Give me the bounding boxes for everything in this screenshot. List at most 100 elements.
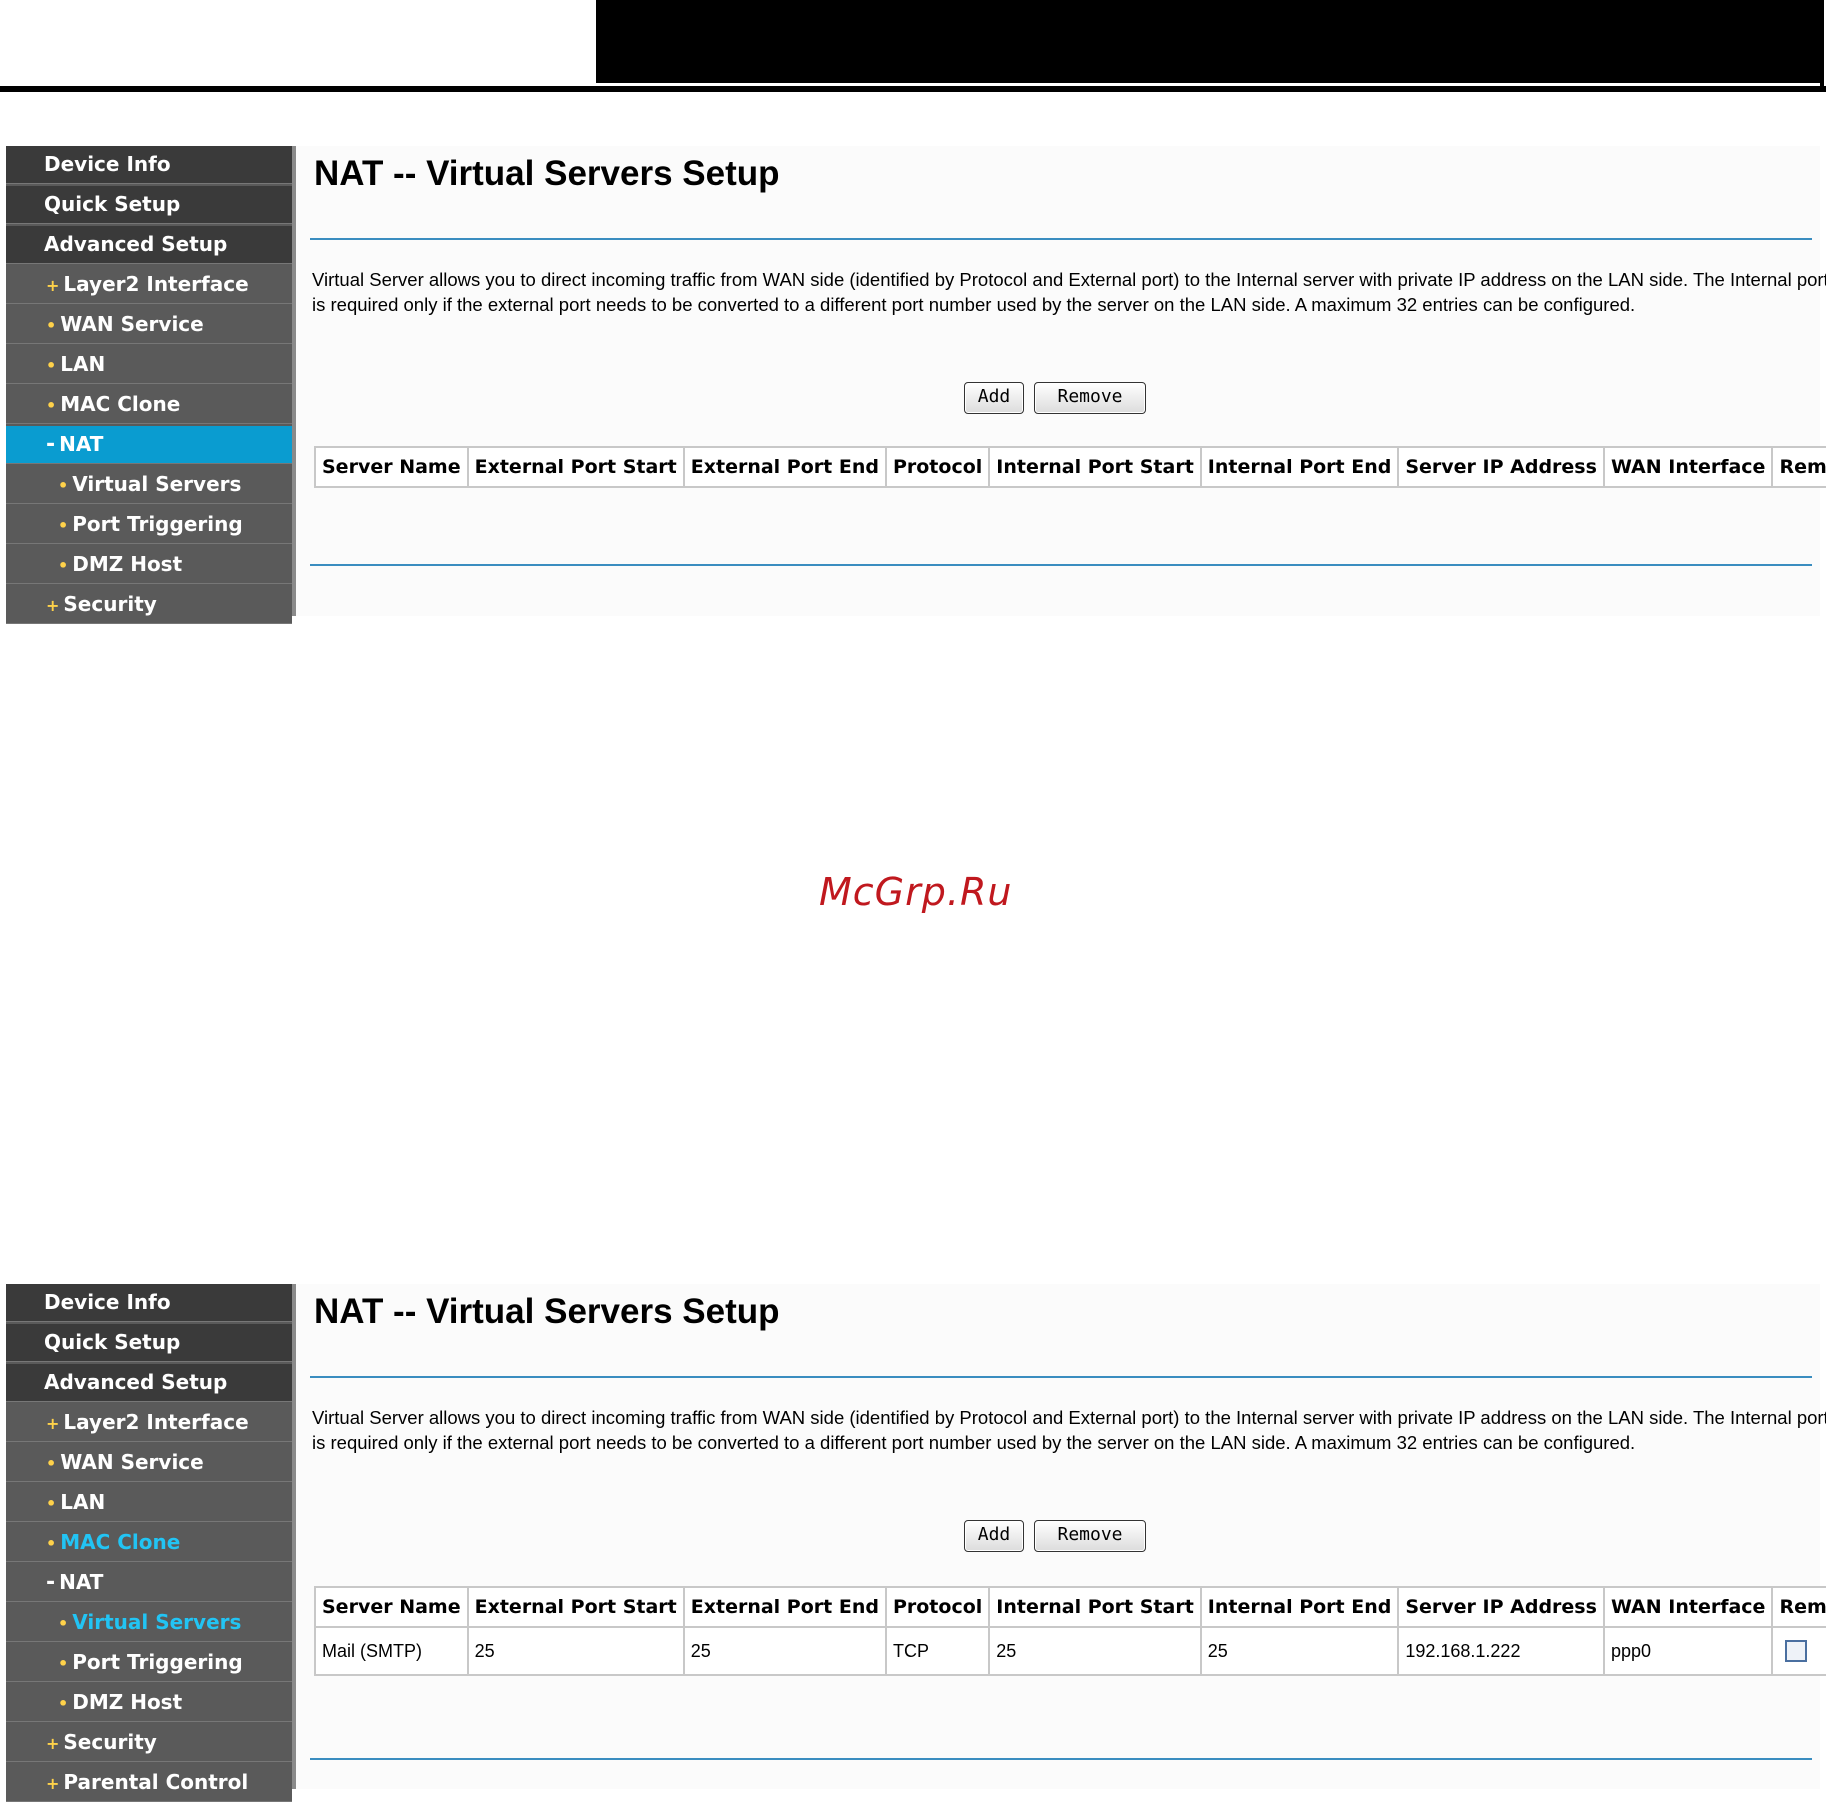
- minus-icon: -: [46, 1570, 56, 1595]
- table-row: Mail (SMTP) 25 25 TCP 25 25 192.168.1.22…: [314, 1626, 1826, 1676]
- remove-button[interactable]: Remove: [1034, 1520, 1146, 1552]
- sidebar-item-dmz-host[interactable]: • DMZ Host: [6, 1684, 292, 1722]
- sidebar-item-dmz-host[interactable]: • DMZ Host: [6, 546, 292, 584]
- sidebar-item-advanced-setup[interactable]: Advanced Setup: [6, 1364, 292, 1402]
- add-button[interactable]: Add: [964, 1520, 1024, 1552]
- watermark: McGrp.Ru: [819, 870, 1013, 914]
- column-header: WAN Interface: [1602, 446, 1774, 488]
- bullet-icon: •: [46, 356, 57, 375]
- sidebar-item-quick-setup[interactable]: Quick Setup: [6, 1324, 292, 1362]
- plus-icon: +: [46, 1734, 60, 1753]
- sidebar-item-device-info[interactable]: Device Info: [6, 146, 292, 184]
- column-header: Protocol: [884, 446, 991, 488]
- sidebar-item-label: NAT: [59, 432, 104, 456]
- sidebar-item-label: Security: [63, 1730, 157, 1754]
- header-right-rule: [1820, 0, 1824, 92]
- column-header: Server Name: [314, 446, 469, 488]
- minus-icon: -: [46, 432, 56, 457]
- sidebar-item-lan[interactable]: • LAN: [6, 1484, 292, 1522]
- cell-internal-port-end: 25: [1199, 1626, 1400, 1676]
- sidebar-item-mac-clone[interactable]: • MAC Clone: [6, 1524, 292, 1562]
- sidebar-item-label: Layer2 Interface: [63, 1410, 249, 1434]
- bullet-icon: •: [46, 1534, 57, 1553]
- sidebar-item-label: DMZ Host: [72, 1690, 183, 1714]
- screenshot-panel-1: Device Info Quick Setup Advanced Setup +…: [6, 146, 1826, 624]
- cell-protocol: TCP: [884, 1626, 991, 1676]
- sidebar-item-label: Layer2 Interface: [63, 272, 249, 296]
- bullet-icon: •: [58, 516, 69, 535]
- cell-internal-port-start: 25: [988, 1626, 1202, 1676]
- sidebar-item-mac-clone[interactable]: • MAC Clone: [6, 386, 292, 424]
- column-header: Internal Port Start: [988, 1586, 1202, 1628]
- bullet-icon: •: [58, 476, 69, 495]
- cell-server-ip: 192.168.1.222: [1397, 1626, 1605, 1676]
- sidebar-item-label: Virtual Servers: [72, 1610, 242, 1634]
- cell-external-port-start: 25: [466, 1626, 685, 1676]
- column-header: External Port End: [682, 446, 887, 488]
- sidebar-item-label: Port Triggering: [72, 512, 243, 536]
- column-header: Remove: [1771, 446, 1826, 488]
- sidebar-item-label: MAC Clone: [60, 1530, 181, 1554]
- table-header-row: Server Name External Port Start External…: [314, 446, 1826, 488]
- column-header: External Port Start: [466, 1586, 685, 1628]
- sidebar-item-port-triggering[interactable]: • Port Triggering: [6, 506, 292, 544]
- table-header-row: Server Name External Port Start External…: [314, 1586, 1826, 1628]
- page-description: Virtual Server allows you to direct inco…: [312, 1407, 1826, 1453]
- cell-external-port-end: 25: [682, 1626, 887, 1676]
- remove-checkbox[interactable]: [1785, 1640, 1808, 1663]
- virtual-servers-table: Server Name External Port Start External…: [314, 1586, 1826, 1676]
- sidebar-item-layer2-interface[interactable]: + Layer2 Interface: [6, 1404, 292, 1442]
- divider: [310, 564, 1812, 566]
- sidebar-item-port-triggering[interactable]: • Port Triggering: [6, 1644, 292, 1682]
- sidebar-menu: Device Info Quick Setup Advanced Setup +…: [6, 1284, 296, 1802]
- divider: [310, 1376, 1812, 1378]
- add-button[interactable]: Add: [964, 382, 1024, 414]
- bullet-icon: •: [46, 1454, 57, 1473]
- column-header: Server IP Address: [1397, 446, 1605, 488]
- header-rule: [0, 86, 1826, 92]
- sidebar-item-security[interactable]: + Security: [6, 1724, 292, 1762]
- sidebar-item-label: NAT: [59, 1570, 104, 1594]
- sidebar-item-advanced-setup[interactable]: Advanced Setup: [6, 226, 292, 264]
- virtual-servers-table: Server Name External Port Start External…: [314, 446, 1826, 488]
- plus-icon: +: [46, 1774, 60, 1793]
- sidebar-item-label: MAC Clone: [60, 392, 181, 416]
- header-black-bar: [596, 0, 1820, 83]
- sidebar-item-wan-service[interactable]: • WAN Service: [6, 1444, 292, 1482]
- page-title: NAT -- Virtual Servers Setup: [314, 1292, 780, 1331]
- sidebar-item-virtual-servers[interactable]: • Virtual Servers: [6, 466, 292, 504]
- column-header: Remove: [1771, 1586, 1826, 1628]
- sidebar-item-label: LAN: [60, 352, 106, 376]
- sidebar-item-parental-control[interactable]: + Parental Control: [6, 1764, 292, 1802]
- remove-button[interactable]: Remove: [1034, 382, 1146, 414]
- bullet-icon: •: [58, 556, 69, 575]
- bullet-icon: •: [58, 1694, 69, 1713]
- sidebar-item-label: WAN Service: [60, 312, 204, 336]
- page-description: Virtual Server allows you to direct inco…: [312, 269, 1826, 315]
- sidebar-item-device-info[interactable]: Device Info: [6, 1284, 292, 1322]
- sidebar-item-nat[interactable]: - NAT: [6, 1564, 292, 1602]
- sidebar-item-quick-setup[interactable]: Quick Setup: [6, 186, 292, 224]
- cell-server-name: Mail (SMTP): [314, 1626, 469, 1676]
- sidebar-item-virtual-servers[interactable]: • Virtual Servers: [6, 1604, 292, 1642]
- plus-icon: +: [46, 1414, 60, 1433]
- cell-wan-interface: ppp0: [1602, 1626, 1774, 1676]
- sidebar-item-security[interactable]: + Security: [6, 586, 292, 624]
- sidebar-item-wan-service[interactable]: • WAN Service: [6, 306, 292, 344]
- column-header: Internal Port End: [1199, 1586, 1400, 1628]
- sidebar-item-label: DMZ Host: [72, 552, 183, 576]
- bullet-icon: •: [46, 396, 57, 415]
- plus-icon: +: [46, 596, 60, 615]
- divider: [310, 238, 1812, 240]
- main-content: NAT -- Virtual Servers Setup Virtual Ser…: [306, 1284, 1826, 1789]
- screenshot-panel-2: Device Info Quick Setup Advanced Setup +…: [6, 1284, 1826, 1802]
- sidebar-item-layer2-interface[interactable]: + Layer2 Interface: [6, 266, 292, 304]
- bullet-icon: •: [58, 1654, 69, 1673]
- sidebar-item-label: LAN: [60, 1490, 106, 1514]
- main-content: NAT -- Virtual Servers Setup Virtual Ser…: [306, 146, 1826, 616]
- sidebar-item-lan[interactable]: • LAN: [6, 346, 292, 384]
- bullet-icon: •: [46, 316, 57, 335]
- sidebar-item-label: Security: [63, 592, 157, 616]
- column-header: Internal Port End: [1199, 446, 1400, 488]
- sidebar-item-nat[interactable]: - NAT: [6, 426, 292, 464]
